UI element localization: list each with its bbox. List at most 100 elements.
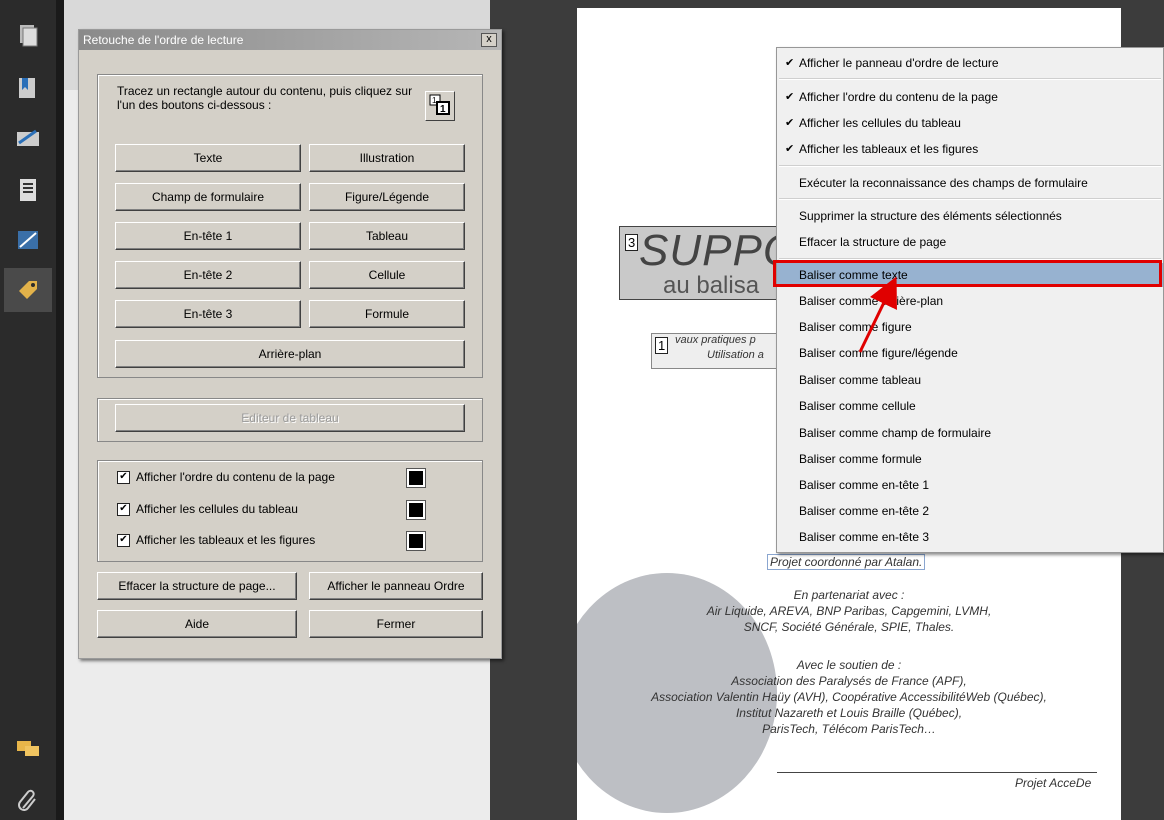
menu-item-reconnaissance-champs[interactable]: Exécuter la reconnaissance des champs de… — [777, 171, 1163, 195]
check-icon: ✔ — [785, 57, 795, 69]
menu-separator — [779, 78, 1161, 80]
soutien-line-2: Association Valentin Haüy (AVH), Coopéra… — [651, 690, 1047, 704]
menu-item-baliser-figure[interactable]: Baliser comme figure — [777, 315, 1163, 339]
highlight-frame — [773, 260, 1162, 287]
menu-item-baliser-entete-1[interactable]: Baliser comme en-tête 1 — [777, 473, 1163, 497]
document-icon[interactable] — [12, 174, 44, 206]
soutien-line-4: ParisTech, Télécom ParisTech… — [762, 722, 936, 736]
check-icon: ✔ — [785, 91, 795, 103]
fermer-button[interactable]: Fermer — [309, 610, 483, 638]
menu-item-label: Afficher les tableaux et les figures — [799, 142, 979, 156]
small-text-line-1: vaux pratiques p — [675, 334, 756, 346]
menu-item-baliser-formule[interactable]: Baliser comme formule — [777, 447, 1163, 471]
texte-button[interactable]: Texte — [115, 144, 301, 172]
check-icon: ✔ — [119, 534, 128, 545]
dialog-titlebar[interactable]: Retouche de l'ordre de lecture x — [79, 30, 501, 50]
entete-3-button[interactable]: En-tête 3 — [115, 300, 301, 328]
menu-item-label: Baliser comme arrière-plan — [799, 294, 944, 308]
checkbox-content-order[interactable]: ✔ Afficher l'ordre du contenu de la page — [117, 470, 335, 484]
menu-item-label: Baliser comme en-tête 3 — [799, 530, 930, 544]
document-subtitle: au balisa — [663, 272, 760, 299]
menu-item-afficher-cellules[interactable]: ✔ Afficher les cellules du tableau — [777, 111, 1163, 135]
menu-item-baliser-cellule[interactable]: Baliser comme cellule — [777, 394, 1163, 418]
bookmarks-icon[interactable] — [12, 72, 44, 104]
check-icon: ✔ — [785, 117, 795, 129]
aide-button[interactable]: Aide — [97, 610, 297, 638]
illustration-button[interactable]: Illustration — [309, 144, 465, 172]
panel-divider — [56, 0, 64, 820]
menu-item-afficher-ordre[interactable]: ✔ Afficher l'ordre du contenu de la page — [777, 85, 1163, 109]
cellule-button[interactable]: Cellule — [309, 261, 465, 289]
checkbox-table-cells[interactable]: ✔ Afficher les cellules du tableau — [117, 502, 298, 516]
menu-item-label: Baliser comme en-tête 2 — [799, 504, 930, 518]
checkbox-label: Afficher les cellules du tableau — [136, 502, 298, 516]
checkbox-box[interactable]: ✔ — [117, 502, 130, 516]
footer-rule — [777, 772, 1097, 773]
reading-order-dialog: Retouche de l'ordre de lecture x Tracez … — [78, 29, 502, 659]
entete-1-button[interactable]: En-tête 1 — [115, 222, 301, 250]
checkbox-box[interactable]: ✔ — [117, 533, 130, 547]
formule-button[interactable]: Formule — [309, 300, 465, 328]
menu-item-label: Baliser comme figure/légende — [799, 346, 958, 360]
soutien-line-3: Institut Nazareth et Louis Braille (Québ… — [735, 706, 963, 720]
menu-separator — [779, 165, 1161, 167]
menu-item-baliser-tableau[interactable]: Baliser comme tableau — [777, 368, 1163, 392]
menu-item-afficher-panneau[interactable]: ✔ Afficher le panneau d'ordre de lecture — [777, 51, 1163, 75]
partenariat-line-1: Air Liquide, AREVA, BNP Paribas, Capgemi… — [706, 604, 992, 618]
checkbox-label: Afficher les tableaux et les figures — [136, 533, 316, 547]
checkbox-tables-figures[interactable]: ✔ Afficher les tableaux et les figures — [117, 533, 315, 547]
table-editor-button[interactable]: Editeur de tableau — [115, 404, 465, 432]
menu-item-label: Supprimer la structure des éléments séle… — [799, 209, 1062, 223]
menu-item-baliser-arriere-plan[interactable]: Baliser comme arrière-plan — [777, 289, 1163, 313]
menu-item-label: Baliser comme figure — [799, 320, 912, 334]
comment-icon[interactable] — [12, 733, 44, 765]
projet-coordonne: Projet coordonné par Atalan. — [767, 554, 926, 570]
partenariat-line-2: SNCF, Société Générale, SPIE, Thales. — [743, 620, 955, 634]
tag-icon[interactable] — [4, 268, 52, 312]
menu-item-afficher-tableaux[interactable]: ✔ Afficher les tableaux et les figures — [777, 137, 1163, 161]
menu-item-effacer-structure[interactable]: Effacer la structure de page — [777, 230, 1163, 254]
menu-item-baliser-champ[interactable]: Baliser comme champ de formulaire — [777, 421, 1163, 445]
menu-item-label: Effacer la structure de page — [799, 235, 947, 249]
context-menu: ✔ Afficher le panneau d'ordre de lecture … — [776, 47, 1164, 553]
content-order-color-swatch[interactable] — [406, 468, 426, 488]
arriere-plan-button[interactable]: Arrière-plan — [115, 340, 465, 368]
reading-order-icon[interactable]: 11 — [425, 91, 455, 121]
dialog-title: Retouche de l'ordre de lecture — [83, 33, 244, 47]
menu-separator — [779, 198, 1161, 200]
menu-item-supprimer-structure[interactable]: Supprimer la structure des éléments séle… — [777, 204, 1163, 228]
small-text-line-2: Utilisation a — [707, 349, 764, 361]
pages-icon[interactable] — [12, 20, 44, 52]
menu-item-label: Baliser comme en-tête 1 — [799, 478, 930, 492]
region-number-1: 1 — [655, 337, 669, 354]
menu-item-baliser-entete-3[interactable]: Baliser comme en-tête 3 — [777, 525, 1163, 549]
close-icon[interactable]: x — [481, 33, 497, 47]
instruction-text: Tracez un rectangle autour du contenu, p… — [117, 84, 413, 112]
tableau-button[interactable]: Tableau — [309, 222, 465, 250]
menu-item-label: Exécuter la reconnaissance des champs de… — [799, 176, 1088, 190]
table-cells-color-swatch[interactable] — [406, 500, 426, 520]
checkbox-box[interactable]: ✔ — [117, 470, 130, 484]
svg-text:1: 1 — [440, 104, 446, 115]
check-icon: ✔ — [119, 471, 128, 482]
layers-icon[interactable] — [12, 224, 44, 256]
soutien-line-1: Association des Paralysés de France (APF… — [731, 674, 967, 688]
entete-2-button[interactable]: En-tête 2 — [115, 261, 301, 289]
check-icon: ✔ — [785, 143, 795, 155]
afficher-panneau-button[interactable]: Afficher le panneau Ordre — [309, 572, 483, 600]
tables-figures-color-swatch[interactable] — [406, 531, 426, 551]
left-toolbar — [0, 0, 56, 820]
checkbox-label: Afficher l'ordre du contenu de la page — [136, 470, 335, 484]
menu-item-label: Afficher les cellules du tableau — [799, 116, 961, 130]
region-number-3: 3 — [625, 234, 639, 251]
menu-item-baliser-figure-legende[interactable]: Baliser comme figure/légende — [777, 341, 1163, 365]
menu-item-label: Baliser comme cellule — [799, 399, 916, 413]
partenariat-title: En partenariat avec : — [793, 588, 905, 602]
effacer-structure-button[interactable]: Effacer la structure de page... — [97, 572, 297, 600]
champ-formulaire-button[interactable]: Champ de formulaire — [115, 183, 301, 211]
signature-icon[interactable] — [12, 122, 44, 154]
footer-text: Projet AcceDe — [1015, 776, 1092, 790]
attachment-icon[interactable] — [12, 785, 44, 817]
menu-item-baliser-entete-2[interactable]: Baliser comme en-tête 2 — [777, 499, 1163, 523]
figure-legende-button[interactable]: Figure/Légende — [309, 183, 465, 211]
